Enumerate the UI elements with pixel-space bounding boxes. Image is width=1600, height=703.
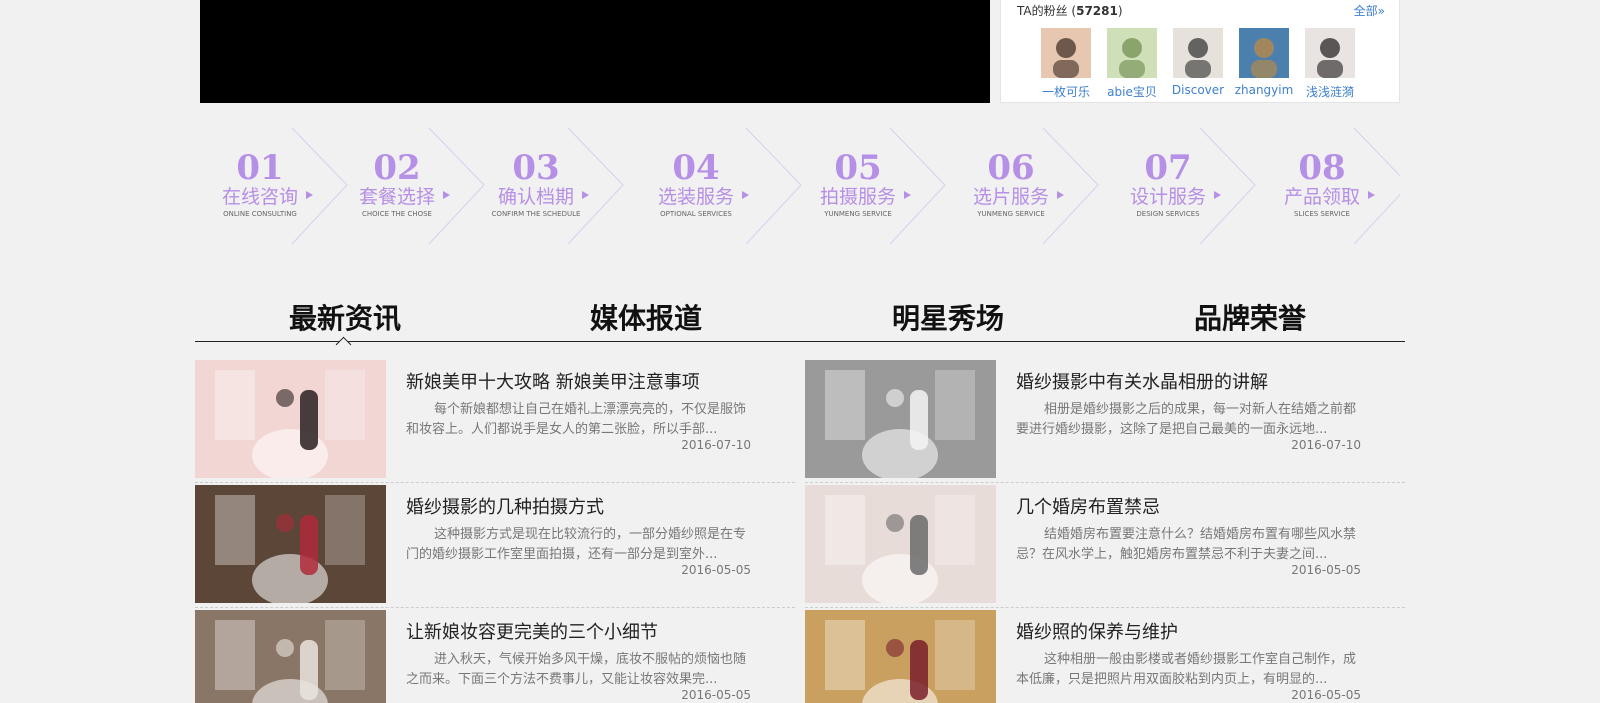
fans-list: 一枚可乐 abie宝贝 Discover zhangyim 浅浅涟漪 xyxy=(1041,28,1371,100)
step-title: 在线咨询 xyxy=(221,186,314,208)
step-title: 拍摄服务 xyxy=(819,186,912,208)
service-process: 01 在线咨询 ONLINE CONSULTING 02 套餐选择 CHOICE THE … xyxy=(200,120,1400,255)
step-subtitle: ONLINE CONSULTING xyxy=(223,210,297,218)
step-subtitle: CONFIRM THE SCHEDULE xyxy=(491,210,581,218)
news-thumbnail[interactable] xyxy=(195,360,386,478)
news-title[interactable]: 婚纱摄影的几种拍摄方式 xyxy=(406,493,604,519)
news-summary: 进入秋天，气候开始多风干燥，底妆不服帖的烦恼也随之而来。下面三个方法不费事儿，又… xyxy=(406,652,747,687)
tab-2[interactable]: 媒体报道 xyxy=(495,300,797,341)
news-date: 2016-05-05 xyxy=(1291,563,1361,577)
avatar[interactable] xyxy=(1041,28,1091,78)
news-date: 2016-07-10 xyxy=(1291,438,1361,452)
news-title[interactable]: 几个婚房布置禁忌 xyxy=(1016,493,1160,519)
fan-name[interactable]: 一枚可乐 xyxy=(1035,83,1097,100)
news-thumbnail[interactable] xyxy=(805,610,996,703)
fan-item[interactable]: zhangyim xyxy=(1235,28,1293,100)
fan-item[interactable]: Discover xyxy=(1172,28,1224,100)
news-item[interactable]: 婚纱摄影的几种拍摄方式这种摄影方式是现在比较流行的，一部分婚纱照是在专门的婚纱摄… xyxy=(195,483,795,608)
news-tabs: 最新资讯 媒体报道 明星秀场 品牌荣誉 xyxy=(195,300,1405,342)
news-summary: 这种相册一般由影楼或者婚纱摄影工作室自己制作，成本低廉，只是把照片用双面胶粘到内… xyxy=(1016,652,1357,687)
step-number: 04 xyxy=(672,148,720,188)
fan-name[interactable]: 浅浅涟漪 xyxy=(1299,83,1361,100)
tab-1[interactable]: 最新资讯 xyxy=(195,300,495,341)
fans-count: 57281 xyxy=(1076,4,1118,18)
avatar[interactable] xyxy=(1173,28,1223,78)
news-title[interactable]: 新娘美甲十大攻略 新娘美甲注意事项 xyxy=(406,368,700,394)
fan-item[interactable]: 一枚可乐 xyxy=(1041,28,1091,100)
step-subtitle: OPTIONAL SERVICES xyxy=(660,210,732,218)
process-step-02: 02 套餐选择 CHOICE THE CHOSE xyxy=(337,150,457,218)
fan-item[interactable]: abie宝贝 xyxy=(1107,28,1157,100)
process-step-05: 05 拍摄服务 YUNMENG SERVICE xyxy=(798,150,918,218)
news-thumbnail[interactable] xyxy=(805,485,996,603)
step-title: 产品领取 xyxy=(1283,186,1376,208)
news-item[interactable]: 婚纱照的保养与维护这种相册一般由影楼或者婚纱摄影工作室自己制作，成本低廉，只是把… xyxy=(805,608,1405,703)
step-title: 确认档期 xyxy=(497,186,590,208)
fans-panel: TA的粉丝 (57281) 全部» 一枚可乐 abie宝贝 Discover zhan… xyxy=(1000,0,1400,103)
process-step-01: 01 在线咨询 ONLINE CONSULTING xyxy=(200,150,320,218)
news-title[interactable]: 婚纱摄影中有关水晶相册的讲解 xyxy=(1016,368,1268,394)
news-summary: 每个新娘都想让自己在婚礼上漂漂亮亮的，不仅是服饰和妆容上。人们都说手是女人的第二… xyxy=(406,402,747,437)
step-title: 套餐选择 xyxy=(358,186,451,208)
step-number: 06 xyxy=(987,148,1035,188)
step-number: 05 xyxy=(834,148,882,188)
step-subtitle: YUNMENG SERVICE xyxy=(977,210,1045,218)
step-number: 08 xyxy=(1298,148,1346,188)
news-date: 2016-05-05 xyxy=(1291,688,1361,702)
fans-heading: TA的粉丝 (57281) xyxy=(1017,4,1123,18)
news-summary: 结婚婚房布置要注意什么？结婚婚房布置有哪些风水禁忌？在风水学上，触犯婚房布置禁忌… xyxy=(1016,527,1357,562)
news-date: 2016-05-05 xyxy=(681,688,751,702)
fan-item[interactable]: 浅浅涟漪 xyxy=(1305,28,1355,100)
process-step-06: 06 选片服务 YUNMENG SERVICE xyxy=(951,150,1071,218)
step-number: 07 xyxy=(1144,148,1192,188)
step-title: 选片服务 xyxy=(972,186,1065,208)
news-summary: 相册是婚纱摄影之后的成果，每一对新人在结婚之前都要进行婚纱摄影，这除了是把自己最… xyxy=(1016,402,1357,437)
news-title[interactable]: 让新娘妆容更完美的三个小细节 xyxy=(406,618,658,644)
step-number: 01 xyxy=(236,148,284,188)
all-fans-link[interactable]: 全部» xyxy=(1354,2,1385,19)
news-date: 2016-05-05 xyxy=(681,563,751,577)
step-title: 设计服务 xyxy=(1129,186,1222,208)
news-thumbnail[interactable] xyxy=(195,610,386,703)
news-title[interactable]: 婚纱照的保养与维护 xyxy=(1016,618,1178,644)
news-item[interactable]: 新娘美甲十大攻略 新娘美甲注意事项每个新娘都想让自己在婚礼上漂漂亮亮的，不仅是服… xyxy=(195,358,795,483)
step-number: 03 xyxy=(512,148,560,188)
fan-name[interactable]: Discover xyxy=(1167,83,1229,97)
fan-name[interactable]: zhangyim xyxy=(1233,83,1295,97)
avatar[interactable] xyxy=(1239,28,1289,78)
step-subtitle: SLICES SERVICE xyxy=(1294,210,1350,218)
tab-3[interactable]: 明星秀场 xyxy=(797,300,1099,341)
process-step-03: 03 确认档期 CONFIRM THE SCHEDULE xyxy=(476,150,596,218)
news-thumbnail[interactable] xyxy=(195,485,386,603)
step-title: 选装服务 xyxy=(657,186,750,208)
video-player[interactable] xyxy=(200,0,990,103)
avatar[interactable] xyxy=(1107,28,1157,78)
step-subtitle: CHOICE THE CHOSE xyxy=(362,210,432,218)
step-subtitle: YUNMENG SERVICE xyxy=(824,210,892,218)
process-step-04: 04 选装服务 OPTIONAL SERVICES xyxy=(636,150,756,218)
process-step-07: 07 设计服务 DESIGN SERVICES xyxy=(1108,150,1228,218)
tab-4[interactable]: 品牌荣誉 xyxy=(1099,300,1401,341)
news-item[interactable]: 婚纱摄影中有关水晶相册的讲解相册是婚纱摄影之后的成果，每一对新人在结婚之前都要进… xyxy=(805,358,1405,483)
news-summary: 这种摄影方式是现在比较流行的，一部分婚纱照是在专门的婚纱摄影工作室里面拍摄，还有… xyxy=(406,527,747,562)
fan-name[interactable]: abie宝贝 xyxy=(1101,83,1163,100)
step-number: 02 xyxy=(373,148,421,188)
news-item[interactable]: 让新娘妆容更完美的三个小细节进入秋天，气候开始多风干燥，底妆不服帖的烦恼也随之而… xyxy=(195,608,795,703)
news-thumbnail[interactable] xyxy=(805,360,996,478)
news-column-right: 婚纱摄影中有关水晶相册的讲解相册是婚纱摄影之后的成果，每一对新人在结婚之前都要进… xyxy=(805,358,1405,703)
news-column-left: 新娘美甲十大攻略 新娘美甲注意事项每个新娘都想让自己在婚礼上漂漂亮亮的，不仅是服… xyxy=(195,358,795,703)
process-step-08: 08 产品领取 SLICES SERVICE xyxy=(1262,150,1382,218)
news-item[interactable]: 几个婚房布置禁忌结婚婚房布置要注意什么？结婚婚房布置有哪些风水禁忌？在风水学上，… xyxy=(805,483,1405,608)
avatar[interactable] xyxy=(1305,28,1355,78)
step-subtitle: DESIGN SERVICES xyxy=(1136,210,1200,218)
news-date: 2016-07-10 xyxy=(681,438,751,452)
